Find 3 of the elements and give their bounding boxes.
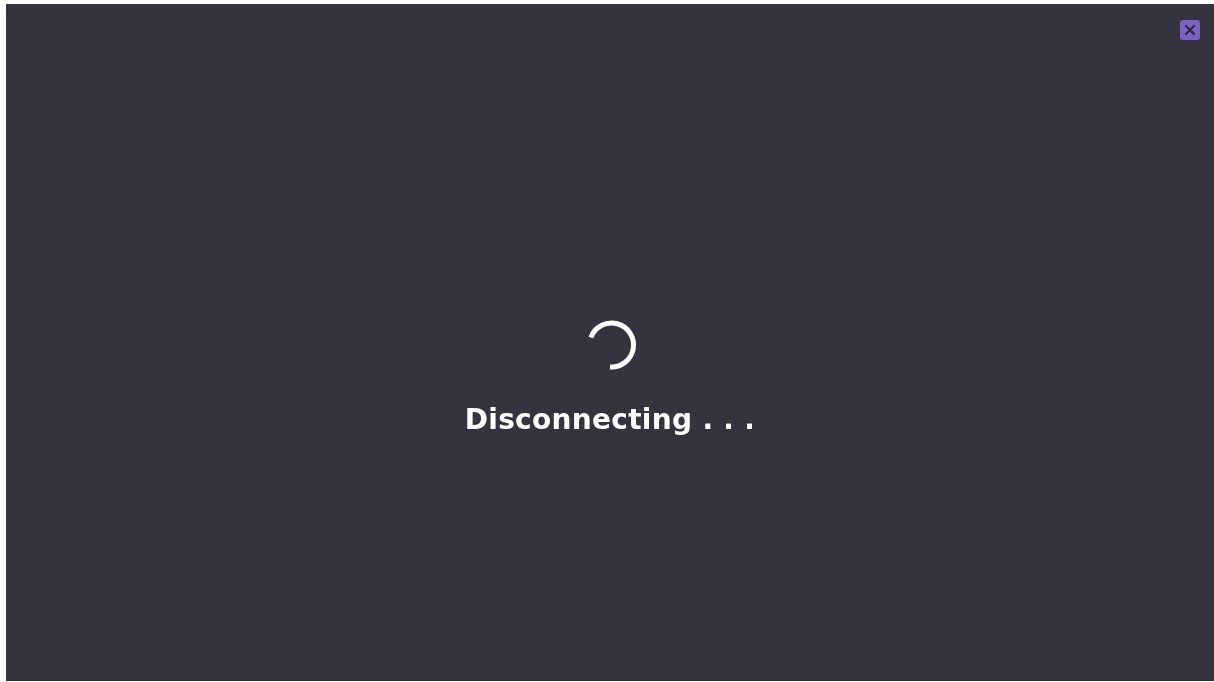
status-message: Disconnecting . . . [464,403,756,436]
close-button[interactable] [1180,20,1200,40]
close-icon [1184,24,1196,36]
